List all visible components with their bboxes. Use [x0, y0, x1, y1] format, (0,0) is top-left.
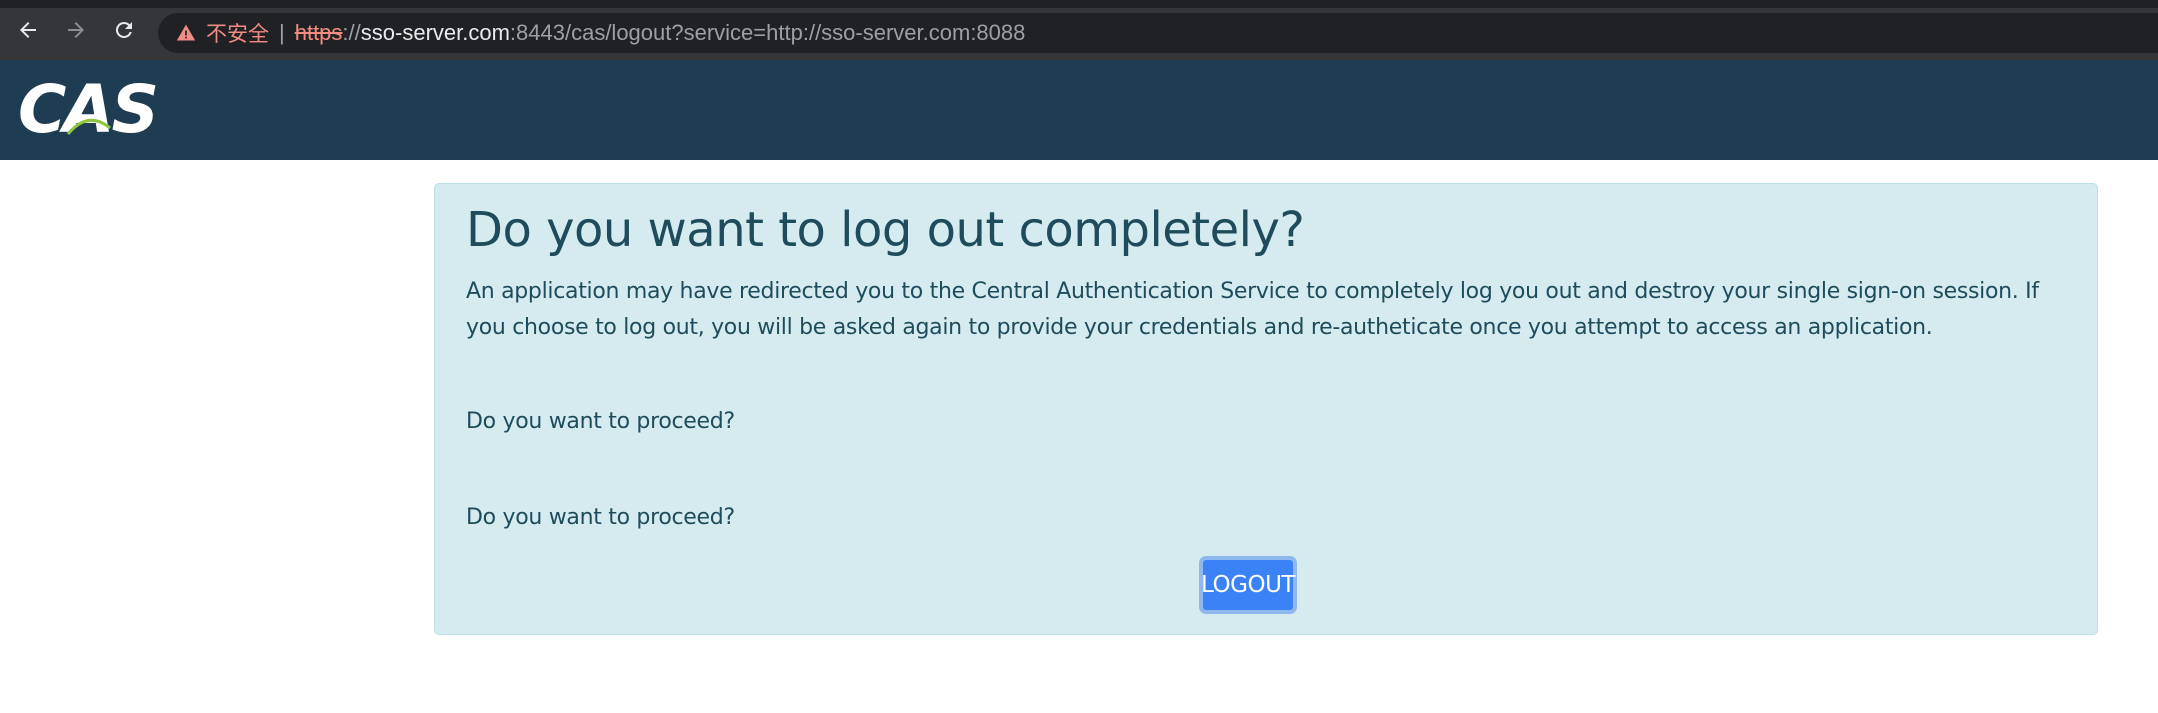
logout-button[interactable]: LOGOUT	[1199, 556, 1297, 614]
address-bar[interactable]: 不安全 | https://sso-server.com:8443/cas/lo…	[158, 13, 2158, 53]
url-path: :8443/cas/logout?service=http://sso-serv…	[509, 20, 1026, 45]
forward-button[interactable]	[60, 14, 92, 46]
browser-toolbar: 不安全 | https://sso-server.com:8443/cas/lo…	[0, 0, 2158, 60]
url-slashes: ://	[342, 20, 361, 45]
page-title: Do you want to log out completely?	[466, 202, 1305, 258]
security-status-label[interactable]: 不安全	[206, 18, 269, 48]
tab-strip	[0, 0, 2158, 8]
cas-logo-swoosh-icon	[66, 118, 111, 135]
omnibox-separator: |	[279, 20, 285, 45]
logout-panel: Do you want to log out completely? An ap…	[434, 183, 2098, 635]
reload-button[interactable]	[108, 14, 140, 46]
url-host: sso-server.com	[360, 20, 510, 45]
url-scheme: https	[294, 20, 343, 45]
proceed-question-repeat: Do you want to proceed?	[466, 505, 735, 530]
back-arrow-icon	[20, 22, 36, 38]
forward-arrow-icon	[68, 22, 84, 38]
warning-triangle-icon[interactable]	[176, 22, 198, 44]
proceed-question: Do you want to proceed?	[466, 409, 735, 434]
cas-logo: CAS	[18, 71, 159, 148]
back-button[interactable]	[12, 14, 44, 46]
reload-icon	[115, 21, 132, 38]
cas-header: CAS	[0, 60, 2158, 160]
logout-description: An application may have redirected you t…	[466, 279, 2039, 340]
